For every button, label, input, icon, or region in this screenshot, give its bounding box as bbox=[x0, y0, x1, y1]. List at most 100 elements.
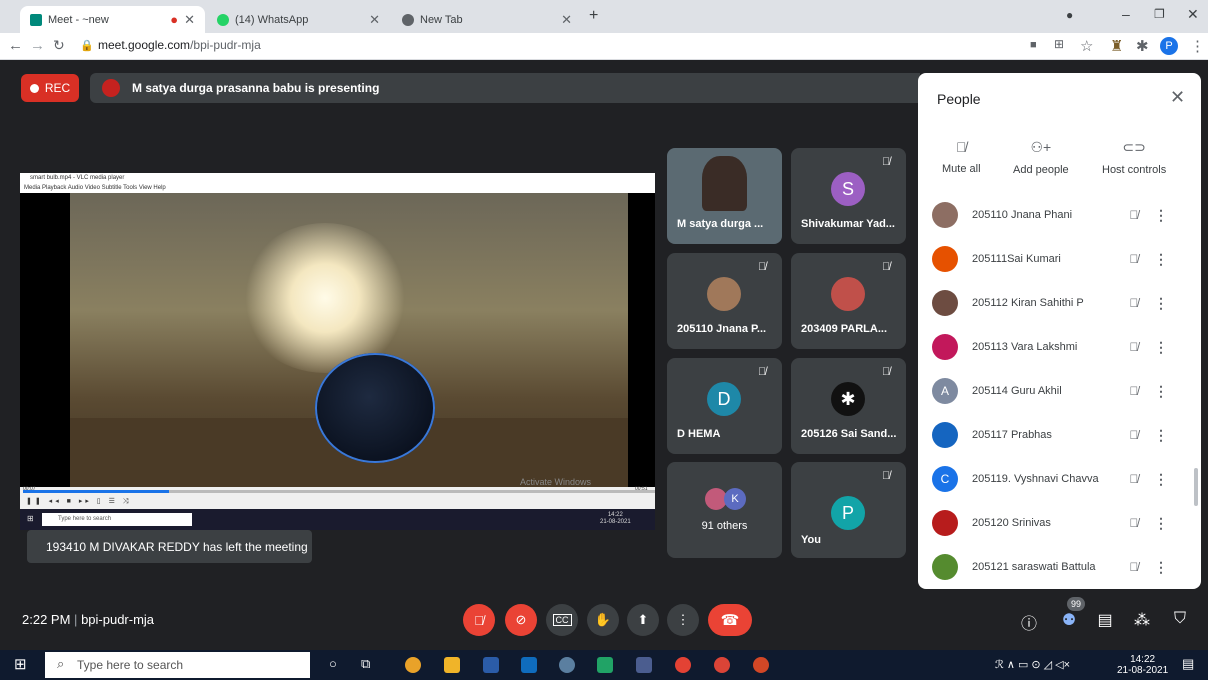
excel-icon[interactable] bbox=[597, 657, 613, 673]
profile-dot-icon[interactable]: ● bbox=[1066, 8, 1073, 22]
more-vert-icon[interactable]: ⋮ bbox=[1154, 383, 1168, 400]
people-icon[interactable]: ⚉ bbox=[1058, 610, 1080, 630]
more-options-button[interactable]: ⋮ bbox=[667, 604, 699, 636]
close-tab-icon[interactable]: ✕ bbox=[184, 12, 195, 28]
app-icon[interactable] bbox=[559, 657, 575, 673]
mic-off-icon[interactable]: 🎙̸ bbox=[1114, 296, 1154, 310]
mail-icon[interactable] bbox=[521, 657, 537, 673]
tile-presenter[interactable]: M satya durga ... bbox=[667, 148, 782, 244]
tray-icons[interactable]: ℛ ∧ ▭ ⊙ ◿ ◁× bbox=[995, 658, 1070, 671]
chrome-icon[interactable] bbox=[714, 657, 730, 673]
activities-icon[interactable]: ⁂ bbox=[1131, 610, 1153, 630]
tile-participant[interactable]: 🎙̸ D D HEMA bbox=[667, 358, 782, 454]
participant-row[interactable]: 205113 Vara Lakshmi 🎙̸ ⋮ bbox=[918, 325, 1188, 369]
participant-row[interactable]: 205120 Srinivas 🎙̸ ⋮ bbox=[918, 501, 1188, 545]
windows-start-icon[interactable]: ⊞ bbox=[14, 655, 27, 673]
new-tab-button[interactable]: + bbox=[589, 7, 598, 25]
chrome-icon[interactable] bbox=[405, 657, 421, 673]
action-label: Host controls bbox=[1102, 164, 1167, 176]
camera-off-icon: ⊘ bbox=[515, 612, 527, 627]
chrome-active-icon[interactable] bbox=[675, 657, 691, 673]
tile-participant[interactable]: 🎙̸ 205110 Jnana P... bbox=[667, 253, 782, 349]
info-icon[interactable]: ⓘ bbox=[1018, 610, 1040, 634]
url-field[interactable]: meet.google.com/bpi-pudr-mja bbox=[98, 38, 261, 52]
leave-call-button[interactable]: ☎ bbox=[708, 604, 752, 636]
taskbar-clock[interactable]: 14:22 21-08-2021 bbox=[1117, 654, 1168, 676]
notification-icon[interactable]: ▤ bbox=[1182, 656, 1194, 672]
avatar bbox=[831, 277, 865, 311]
more-vert-icon[interactable]: ⋮ bbox=[1154, 515, 1168, 532]
profile-avatar[interactable]: P bbox=[1160, 37, 1178, 55]
translate-icon[interactable]: ⊞ bbox=[1054, 37, 1064, 51]
file-explorer-icon[interactable] bbox=[444, 657, 460, 673]
panel-title: People bbox=[937, 91, 981, 107]
tile-participant[interactable]: 🎙̸ ✱ 205126 Sai Sand... bbox=[791, 358, 906, 454]
camera-indicator-icon[interactable]: ■ bbox=[1030, 39, 1037, 51]
more-vert-icon[interactable]: ⋮ bbox=[1154, 251, 1168, 268]
store-icon[interactable] bbox=[483, 657, 499, 673]
camera-toggle-button[interactable]: ⊘ bbox=[505, 604, 537, 636]
participant-row[interactable]: C 205119. Vyshnavi Chavva 🎙̸ ⋮ bbox=[918, 457, 1188, 501]
window-close-icon[interactable]: ✕ bbox=[1187, 6, 1199, 23]
chat-icon[interactable]: ▤ bbox=[1094, 610, 1116, 630]
participant-row[interactable]: 205110 Jnana Phani 🎙̸ ⋮ bbox=[918, 193, 1188, 237]
menu-dots-icon[interactable]: ⋮ bbox=[1190, 37, 1205, 55]
participant-row[interactable]: 205112 Kiran Sahithi P 🎙̸ ⋮ bbox=[918, 281, 1188, 325]
presenter-video bbox=[702, 156, 747, 211]
maximize-icon[interactable]: ❐ bbox=[1154, 7, 1165, 21]
mic-off-icon[interactable]: 🎙̸ bbox=[1114, 340, 1154, 354]
mute-all-button[interactable]: 🎙̸ Mute all bbox=[942, 139, 981, 175]
mic-off-icon[interactable]: 🎙̸ bbox=[1114, 516, 1154, 530]
participant-row[interactable]: 205121 saraswati Battula 🎙̸ ⋮ bbox=[918, 545, 1188, 589]
panel-scrollbar[interactable] bbox=[1194, 468, 1198, 506]
cortana-icon[interactable]: ○ bbox=[329, 656, 337, 671]
avatar: P bbox=[831, 496, 865, 530]
more-vert-icon[interactable]: ⋮ bbox=[1154, 559, 1168, 576]
captions-button[interactable]: CC bbox=[546, 604, 578, 636]
extension-icon[interactable]: ♜ bbox=[1110, 37, 1123, 55]
tab-whatsapp[interactable]: (14) WhatsApp ✕ bbox=[207, 6, 390, 33]
taskbar-search[interactable]: ⌕ Type here to search bbox=[45, 652, 310, 678]
task-view-icon[interactable]: ⧉ bbox=[361, 656, 370, 672]
close-tab-icon[interactable]: ✕ bbox=[369, 12, 380, 28]
tab-new-tab[interactable]: New Tab ✕ bbox=[392, 6, 582, 33]
minimize-icon[interactable]: – bbox=[1122, 6, 1130, 22]
tile-others[interactable]: K 91 others bbox=[667, 462, 782, 558]
more-vert-icon[interactable]: ⋮ bbox=[1154, 207, 1168, 224]
mic-off-icon[interactable]: 🎙̸ bbox=[1114, 560, 1154, 574]
more-vert-icon[interactable]: ⋮ bbox=[1154, 339, 1168, 356]
back-arrow-icon[interactable]: ← bbox=[8, 37, 23, 54]
close-panel-icon[interactable]: ✕ bbox=[1170, 87, 1185, 108]
more-vert-icon[interactable]: ⋮ bbox=[1154, 427, 1168, 444]
forward-arrow-icon[interactable]: → bbox=[30, 37, 45, 54]
extensions-puzzle-icon[interactable]: ✱ bbox=[1136, 37, 1149, 55]
tile-self[interactable]: 🎙̸ P You bbox=[791, 462, 906, 558]
tile-participant[interactable]: 🎙̸ S Shivakumar Yad... bbox=[791, 148, 906, 244]
more-vert-icon[interactable]: ⋮ bbox=[1154, 471, 1168, 488]
mic-off-icon[interactable]: 🎙̸ bbox=[1114, 208, 1154, 222]
mic-off-icon[interactable]: 🎙̸ bbox=[1114, 428, 1154, 442]
host-controls-button[interactable]: ⊂⊃ Host controls bbox=[1102, 139, 1166, 176]
raise-hand-button[interactable]: ✋ bbox=[587, 604, 619, 636]
inner-date: 21-08-2021 bbox=[600, 519, 631, 525]
more-vert-icon[interactable]: ⋮ bbox=[1154, 295, 1168, 312]
mic-off-icon[interactable]: 🎙̸ bbox=[1114, 384, 1154, 398]
app-icon[interactable] bbox=[636, 657, 652, 673]
add-person-icon: ⚇+ bbox=[1030, 139, 1052, 155]
participant-row[interactable]: 205117 Prabhas 🎙̸ ⋮ bbox=[918, 413, 1188, 457]
mic-off-icon[interactable]: 🎙̸ bbox=[1114, 472, 1154, 486]
tab-meet[interactable]: Meet - ~new ● ✕ bbox=[20, 6, 205, 33]
close-tab-icon[interactable]: ✕ bbox=[561, 12, 572, 28]
reload-icon[interactable]: ↻ bbox=[53, 37, 65, 54]
participant-row[interactable]: 205111Sai Kumari 🎙̸ ⋮ bbox=[918, 237, 1188, 281]
participant-row[interactable]: A 205114 Guru Akhil 🎙̸ ⋮ bbox=[918, 369, 1188, 413]
tile-participant[interactable]: 🎙̸ 203409 PARLA... bbox=[791, 253, 906, 349]
bookmark-star-icon[interactable]: ☆ bbox=[1080, 37, 1093, 55]
present-button[interactable]: ⬆ bbox=[627, 604, 659, 636]
mic-off-icon[interactable]: 🎙̸ bbox=[1114, 252, 1154, 266]
mic-toggle-button[interactable]: 🎙̸ bbox=[463, 604, 495, 636]
powerpoint-icon[interactable] bbox=[753, 657, 769, 673]
add-people-button[interactable]: ⚇+ Add people bbox=[1013, 139, 1069, 176]
host-shield-icon[interactable]: ⛉ bbox=[1169, 610, 1191, 628]
action-label: Mute all bbox=[942, 163, 981, 175]
